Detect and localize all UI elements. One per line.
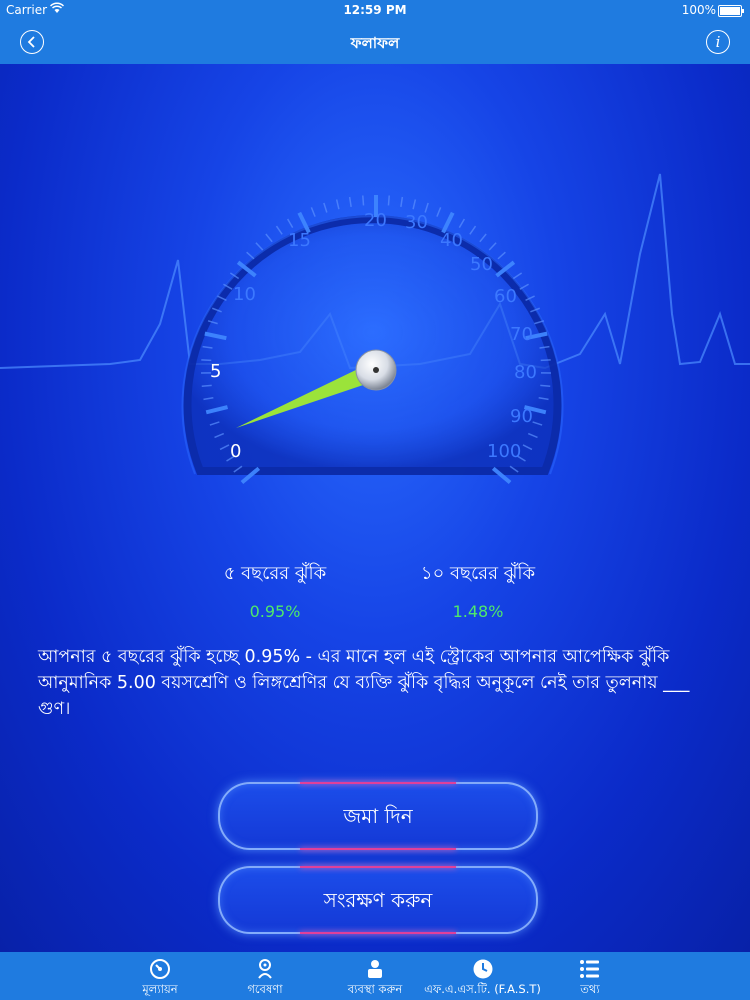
tick-label-10: 10 xyxy=(233,284,256,305)
five-year-risk-label: ৫ বছরের ঝুঁকি xyxy=(223,563,327,584)
tick-label-20: 20 xyxy=(364,210,387,231)
tick-label-80: 80 xyxy=(514,362,537,383)
minor-tick xyxy=(488,242,497,251)
risk-explanation: আপনার ৫ বছরের ঝুঁকি হচ্ছে 0.95% - এর মান… xyxy=(38,647,690,719)
tick-label-15: 15 xyxy=(288,230,311,251)
minor-tick xyxy=(348,196,352,207)
minor-tick xyxy=(362,195,365,206)
minor-tick xyxy=(412,199,417,210)
minor-tick xyxy=(512,272,523,280)
tick-label-100: 100 xyxy=(487,441,521,462)
tab-label: তথ্য xyxy=(580,982,600,996)
submit-button-label: জমা দিন xyxy=(343,804,413,828)
tab-manage[interactable]: ব্যবস্থা করুন xyxy=(330,952,420,1000)
save-button[interactable]: সংরক্ষণ করুন xyxy=(218,866,538,934)
tab-label: মূল্যায়ন xyxy=(142,982,178,996)
tab-label: এফ.এ.এস.টি. (F.A.S.T) xyxy=(424,982,541,996)
clock-icon xyxy=(472,958,494,983)
nav-bar: ফলাফল i xyxy=(0,20,750,64)
submit-button[interactable]: জমা দিন xyxy=(218,782,538,850)
tab-research[interactable]: গবেষণা xyxy=(220,952,310,1000)
minor-tick xyxy=(469,225,477,235)
tick-label-40: 40 xyxy=(440,230,463,251)
status-time: 12:59 PM xyxy=(343,3,407,17)
battery-icon xyxy=(718,5,744,17)
info-icon: i xyxy=(715,33,721,51)
tab-fast[interactable]: এফ.এ.এস.টি. (F.A.S.T) xyxy=(420,952,545,1000)
minor-tick xyxy=(400,196,404,207)
minor-tick xyxy=(275,225,283,235)
manage-icon xyxy=(364,958,386,983)
tick-label-30: 30 xyxy=(405,212,428,233)
five-year-risk-value: 0.95% xyxy=(249,602,301,621)
research-icon xyxy=(254,958,276,983)
tick-label-0: 0 xyxy=(230,441,241,462)
tab-assessment[interactable]: মূল্যায়ন xyxy=(110,952,210,1000)
main-content: 0 5 10 15 20 30 40 50 60 70 80 90 100 ৫ … xyxy=(0,64,750,952)
gauge-dial xyxy=(183,215,562,475)
minor-tick xyxy=(323,202,328,213)
page-title: ফলাফল xyxy=(350,34,400,52)
ten-year-risk-value: 1.48% xyxy=(452,602,504,621)
minor-tick xyxy=(387,195,390,206)
tab-label: গবেষণা xyxy=(247,982,283,996)
minor-tick xyxy=(246,251,255,260)
minor-tick xyxy=(286,218,294,228)
minor-tick xyxy=(458,218,466,228)
list-icon xyxy=(579,958,601,983)
tick-label-60: 60 xyxy=(494,286,517,307)
minor-tick xyxy=(265,233,273,243)
minor-tick xyxy=(479,233,487,243)
minor-tick xyxy=(540,384,551,388)
gauge-icon xyxy=(149,958,171,983)
status-bar: Carrier 12:59 PM 100% xyxy=(0,0,750,20)
minor-tick xyxy=(201,384,212,388)
ten-year-risk-label: ১০ বছরের ঝুঁকি xyxy=(420,563,536,584)
tick-label-5: 5 xyxy=(210,361,221,382)
save-button-label: সংরক্ষণ করুন xyxy=(323,888,433,912)
tab-label: ব্যবস্থা করুন xyxy=(347,982,403,996)
minor-tick xyxy=(540,359,551,362)
tick-label-90: 90 xyxy=(510,406,533,427)
tab-bar: মূল্যায়ন গবেষণা ব্যবস্থা করুন এফ.এ.এস.ট… xyxy=(0,952,750,1000)
battery-percent: 100% xyxy=(681,3,716,17)
minor-tick xyxy=(335,199,340,210)
tab-info[interactable]: তথ্য xyxy=(560,952,620,1000)
tick-label-50: 50 xyxy=(470,254,493,275)
minor-tick xyxy=(310,207,316,217)
minor-tick xyxy=(436,207,442,217)
info-button[interactable]: i xyxy=(706,30,730,54)
tick-label-70: 70 xyxy=(510,324,533,345)
minor-tick xyxy=(497,251,506,260)
minor-tick xyxy=(255,242,264,251)
